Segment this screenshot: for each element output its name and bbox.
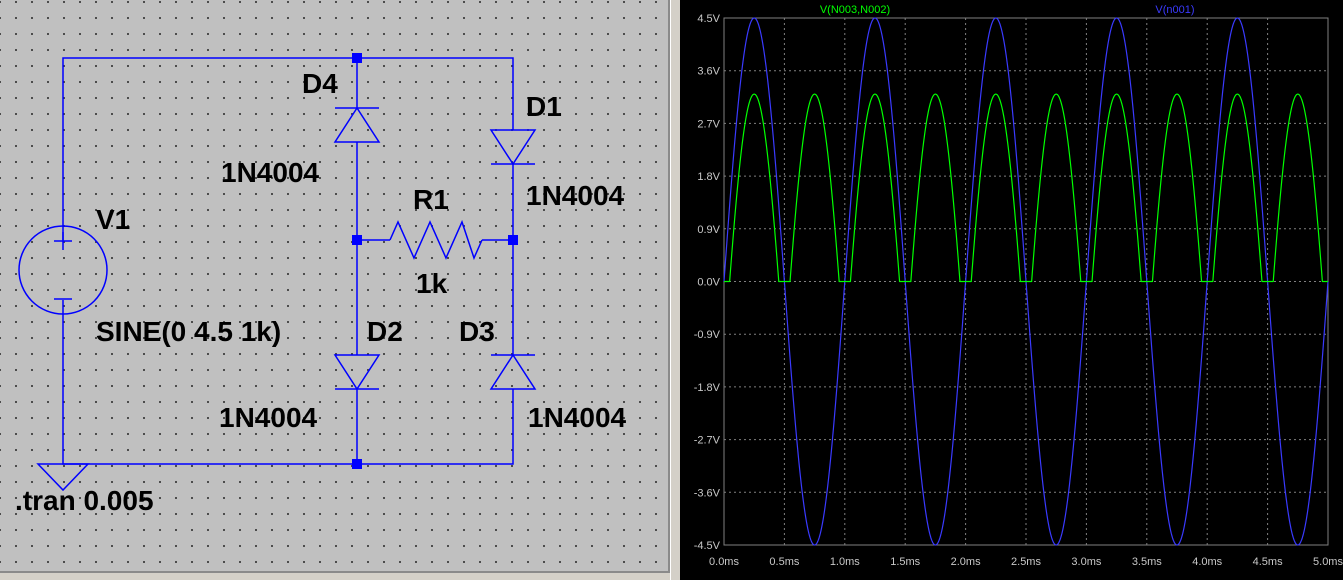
x-tick-label: 4.0ms [1192, 556, 1222, 568]
d1-name-label[interactable]: D1 [526, 93, 562, 121]
y-tick-label: 4.5V [697, 13, 720, 25]
d4-name-label[interactable]: D4 [302, 70, 338, 98]
d4-model-label[interactable]: 1N4004 [221, 159, 319, 187]
y-tick-label: 0.0V [697, 277, 720, 289]
junction-node[interactable] [352, 459, 362, 469]
y-tick-label: -0.9V [694, 329, 721, 341]
y-tick-label: -3.6V [694, 487, 721, 499]
diode-d1[interactable] [489, 129, 537, 166]
trace-label-1[interactable]: V(n001) [1155, 4, 1194, 16]
x-tick-label: 3.0ms [1071, 556, 1101, 568]
y-tick-label: 3.6V [697, 66, 720, 78]
v1-value-label[interactable]: SINE(0 4.5 1k) [96, 318, 281, 346]
d1-model-label[interactable]: 1N4004 [526, 182, 624, 210]
window-frame-bottom [0, 573, 680, 580]
x-tick-label: 0.0ms [709, 556, 739, 568]
x-tick-label: 2.0ms [951, 556, 981, 568]
x-tick-label: 2.5ms [1011, 556, 1041, 568]
d2-name-label[interactable]: D2 [367, 318, 403, 346]
y-tick-label: 1.8V [697, 171, 720, 183]
y-tick-label: -1.8V [694, 382, 721, 394]
diode-d2[interactable] [333, 354, 381, 391]
schematic-editor[interactable]: D4 1N4004 D1 1N4004 R1 1k V1 SINE(0 4.5 … [0, 0, 670, 573]
y-tick-label: -2.7V [694, 435, 721, 447]
diode-d3[interactable] [489, 353, 537, 390]
waveform-plot[interactable]: 4.5V 3.6V 2.7V 1.8V 0.9V 0.0V -0.9V -1.8V -2.7V -… [680, 0, 1343, 580]
x-tick-label: 1.0ms [830, 556, 860, 568]
x-tick-label: 0.5ms [769, 556, 799, 568]
x-tick-label: 5.0ms [1313, 556, 1343, 568]
d3-name-label[interactable]: D3 [459, 318, 495, 346]
y-tick-label: 2.7V [697, 118, 720, 130]
trace-label-0[interactable]: V(N003,N002) [820, 4, 890, 16]
junction-node[interactable] [352, 53, 362, 63]
junction-node[interactable] [508, 235, 518, 245]
d2-model-label[interactable]: 1N4004 [219, 404, 317, 432]
diode-d4[interactable] [333, 106, 381, 143]
r1-value-label[interactable]: 1k [416, 270, 447, 298]
junction-node[interactable] [352, 235, 362, 245]
pane-splitter[interactable] [670, 0, 680, 580]
v1-name-label[interactable]: V1 [96, 206, 130, 234]
x-tick-label: 1.5ms [890, 556, 920, 568]
resistor-r1[interactable] [389, 219, 483, 261]
waveform-viewer[interactable]: 4.5V 3.6V 2.7V 1.8V 0.9V 0.0V -0.9V -1.8V -2.7V -… [680, 0, 1343, 580]
r1-name-label[interactable]: R1 [413, 186, 449, 214]
d3-model-label[interactable]: 1N4004 [528, 404, 626, 432]
y-tick-label: 0.9V [697, 224, 720, 236]
x-tick-label: 3.5ms [1132, 556, 1162, 568]
x-tick-label: 4.5ms [1253, 556, 1283, 568]
y-tick-label: -4.5V [694, 540, 721, 552]
tran-directive[interactable]: .tran 0.005 [15, 487, 154, 515]
